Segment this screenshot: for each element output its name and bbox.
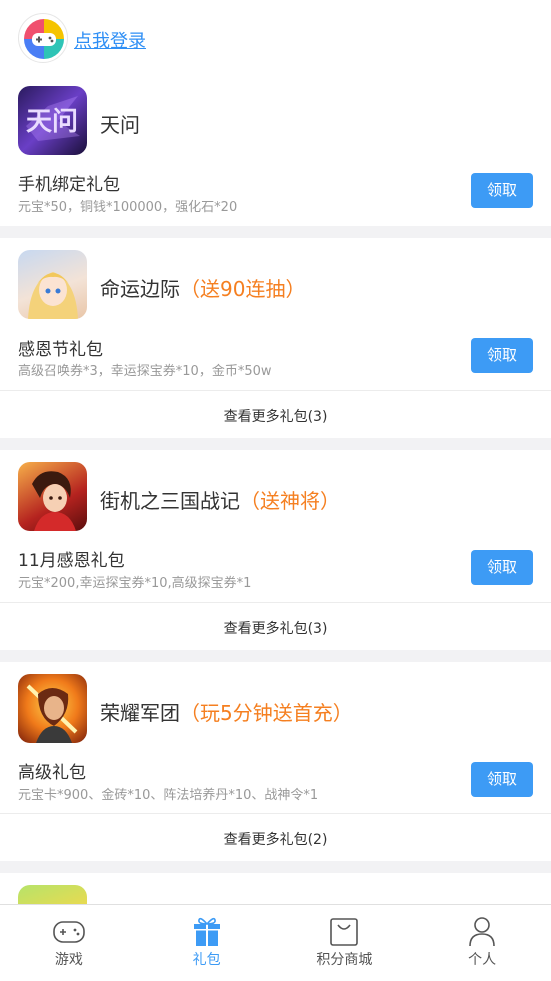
more-gifts-link[interactable]: 查看更多礼包(2) — [0, 829, 551, 849]
claim-button[interactable]: 领取 — [471, 338, 533, 373]
tab-gifts[interactable]: 礼包 — [138, 905, 276, 981]
game-card: 荣耀军团（玩5分钟送首充） 高级礼包 元宝卡*900、金砖*10、阵法培养丹*1… — [0, 662, 551, 861]
app-logo-icon[interactable] — [18, 13, 68, 63]
gift-name: 手机绑定礼包 — [18, 175, 120, 195]
svg-text:天问: 天问 — [26, 107, 78, 137]
claim-button[interactable]: 领取 — [471, 762, 533, 797]
game-name[interactable]: 天问 — [100, 109, 140, 138]
game-icon-tianwen[interactable]: 天问 — [18, 86, 87, 155]
gift-icon — [193, 917, 220, 946]
gift-description: 元宝*50，铜钱*100000，强化石*20 — [18, 200, 238, 215]
shopping-bag-icon — [330, 918, 359, 946]
tab-label: 个人 — [468, 952, 497, 968]
game-icon-jiji-sanguo[interactable] — [18, 462, 87, 531]
game-card: 天问 天问 手机绑定礼包 元宝*50，铜钱*100000，强化石*20 领取 — [0, 76, 551, 226]
claim-button[interactable]: 领取 — [471, 550, 533, 585]
game-name[interactable]: 荣耀军团（玩5分钟送首充） — [100, 697, 353, 726]
game-icon[interactable] — [18, 885, 87, 904]
game-icon-rongyao-juntuan[interactable] — [18, 674, 87, 743]
game-card — [0, 873, 551, 904]
gift-name: 感恩节礼包 — [18, 340, 103, 360]
game-name[interactable]: 命运边际（送90连抽） — [100, 273, 305, 302]
gamepad-icon — [53, 921, 85, 943]
divider — [0, 602, 551, 603]
divider — [0, 390, 551, 391]
tab-points-mall[interactable]: 积分商城 — [276, 905, 414, 981]
gift-description: 元宝*200,幸运探宝券*10,高级探宝券*1 — [18, 576, 252, 591]
game-name[interactable]: 街机之三国战记（送神将） — [100, 485, 340, 514]
gift-description: 高级召唤券*3，幸运探宝券*10，金币*50w — [18, 364, 272, 379]
gift-description: 元宝卡*900、金砖*10、阵法培养丹*10、战神令*1 — [18, 788, 319, 803]
divider — [0, 813, 551, 814]
login-link[interactable]: 点我登录 — [74, 27, 146, 53]
tab-label: 礼包 — [192, 952, 221, 968]
bottom-tab-bar: 游戏 礼包 积分商城 个人 — [0, 904, 551, 981]
tab-games[interactable]: 游戏 — [0, 905, 138, 981]
claim-button[interactable]: 领取 — [471, 173, 533, 208]
more-gifts-link[interactable]: 查看更多礼包(3) — [0, 406, 551, 426]
person-icon — [469, 917, 495, 947]
header: 点我登录 — [0, 0, 551, 76]
tab-profile[interactable]: 个人 — [413, 905, 551, 981]
gift-name: 高级礼包 — [18, 763, 86, 783]
tab-label: 游戏 — [54, 952, 83, 968]
gift-name: 11月感恩礼包 — [18, 551, 125, 571]
game-card: 街机之三国战记（送神将） 11月感恩礼包 元宝*200,幸运探宝券*10,高级探… — [0, 450, 551, 650]
game-icon-mingyunbianji[interactable] — [18, 250, 87, 319]
tab-label: 积分商城 — [316, 952, 373, 968]
game-card: 命运边际（送90连抽） 感恩节礼包 高级召唤券*3，幸运探宝券*10，金币*50… — [0, 238, 551, 438]
more-gifts-link[interactable]: 查看更多礼包(3) — [0, 618, 551, 638]
